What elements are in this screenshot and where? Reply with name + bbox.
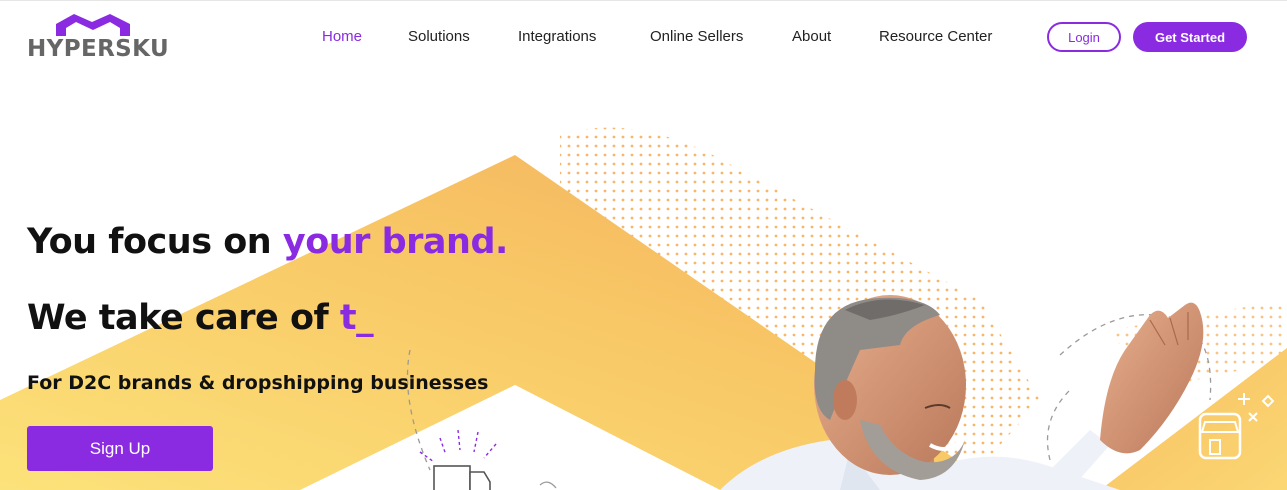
nav-integrations[interactable]: Integrations bbox=[518, 28, 596, 45]
nav-home[interactable]: Home bbox=[322, 28, 362, 45]
logo-roof-icon bbox=[56, 14, 130, 36]
login-button[interactable]: Login bbox=[1047, 22, 1121, 52]
nav-resource-center[interactable]: Resource Center bbox=[879, 28, 992, 45]
nav-about[interactable]: About bbox=[792, 28, 831, 45]
headline-line1-prefix: You focus on bbox=[27, 222, 283, 262]
nav-online-sellers[interactable]: Online Sellers bbox=[650, 28, 743, 45]
nav-solutions[interactable]: Solutions bbox=[408, 28, 470, 45]
headline-line1-accent: your brand. bbox=[282, 222, 508, 262]
hypersku-logo[interactable]: HYPERSKU bbox=[27, 12, 169, 64]
logo-text: HYPERSKU bbox=[27, 36, 170, 62]
headline-line2-prefix: We take care of bbox=[27, 298, 340, 338]
hero-subtitle: For D2C brands & dropshipping businesses bbox=[27, 372, 489, 394]
headline-line2-typing: t_ bbox=[339, 298, 374, 338]
hero-headline-line2: We take care of t_ bbox=[27, 298, 374, 338]
page: HYPERSKU Home Solutions Integrations Onl… bbox=[0, 0, 1287, 490]
sign-up-button[interactable]: Sign Up bbox=[27, 426, 213, 471]
hero-headline-line1: You focus on your brand. bbox=[27, 222, 508, 262]
get-started-button[interactable]: Get Started bbox=[1133, 22, 1247, 52]
